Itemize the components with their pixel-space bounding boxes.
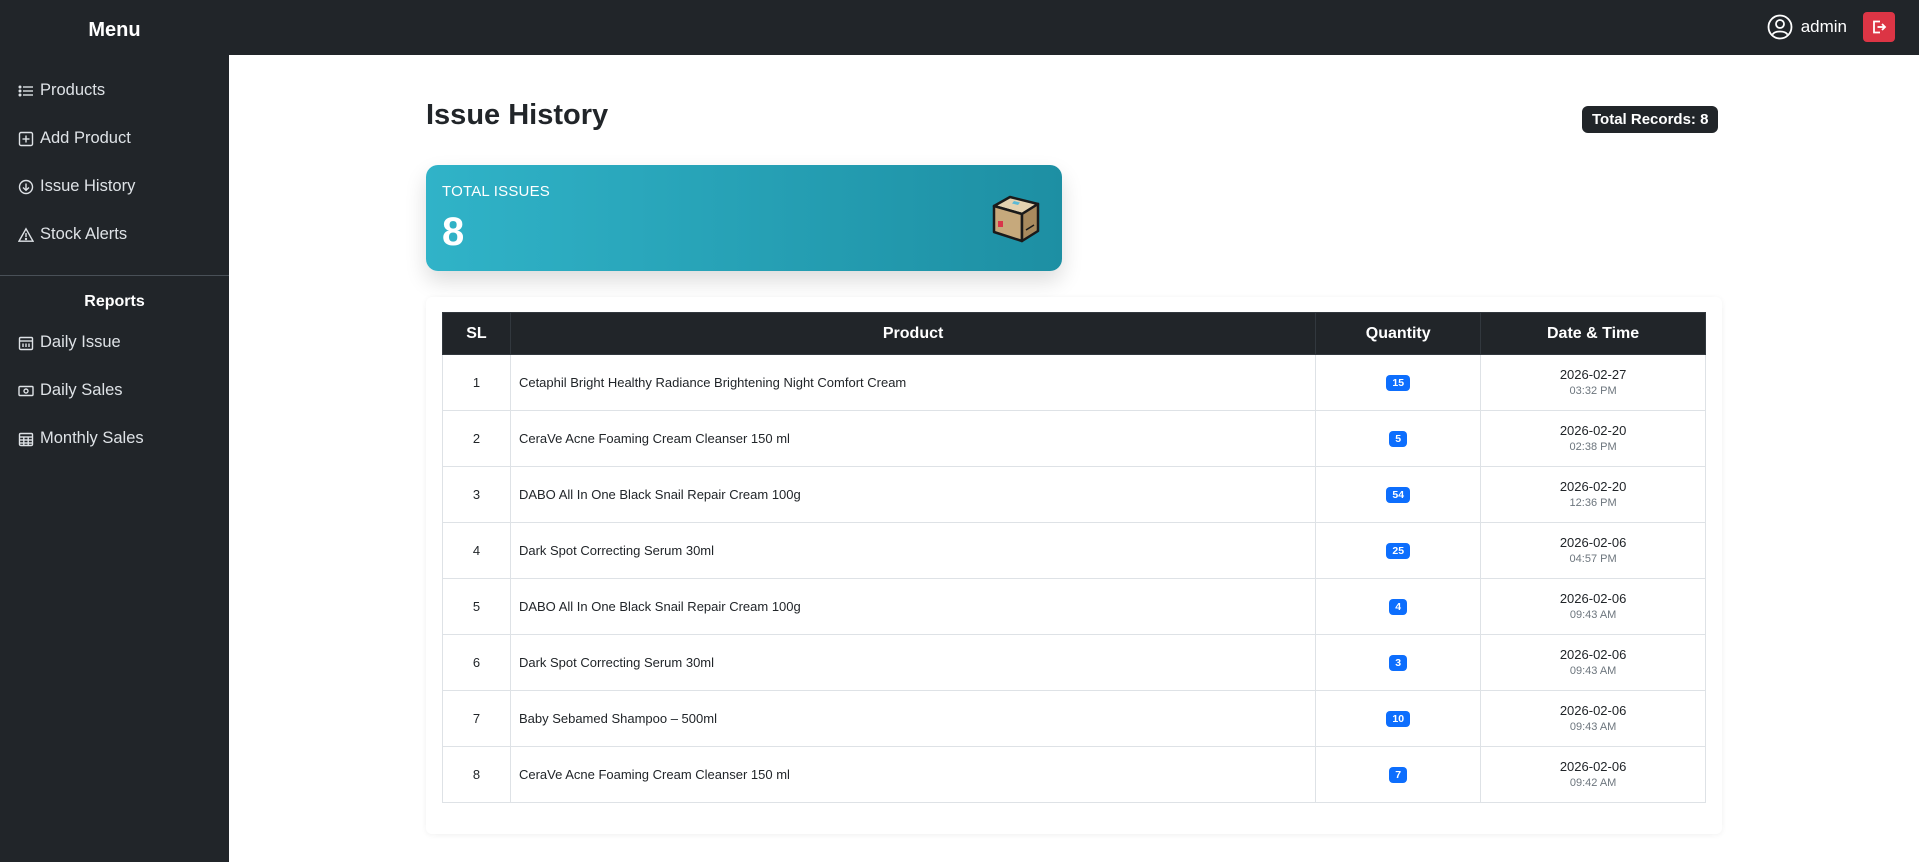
- cell-time: 09:43 AM: [1569, 608, 1617, 621]
- cell-sl: 7: [442, 690, 511, 747]
- cell-date: 2026-02-06: [1559, 702, 1627, 718]
- quantity-badge: 7: [1389, 767, 1408, 783]
- cell-sl: 4: [442, 522, 511, 579]
- table-row: 5 DABO All In One Black Snail Repair Cre…: [442, 578, 1706, 635]
- sidebar-divider: [0, 275, 229, 276]
- stat-label: TOTAL ISSUES: [442, 183, 550, 200]
- list-icon: [18, 85, 33, 96]
- reports-section-title: Reports: [84, 293, 145, 310]
- sidebar-item-label: Daily Sales: [40, 381, 123, 399]
- column-header-sl[interactable]: SL: [442, 312, 511, 355]
- issue-history-table: SL Product Quantity Date & Time 1 Cetaph…: [442, 312, 1706, 803]
- cell-time: 03:32 PM: [1569, 384, 1617, 397]
- quantity-badge: 54: [1386, 487, 1411, 503]
- cash-icon: [18, 385, 34, 396]
- cell-time: 09:42 AM: [1569, 776, 1617, 789]
- page-title: Issue History: [426, 99, 609, 131]
- user-menu[interactable]: admin: [1767, 14, 1847, 40]
- cell-sl: 6: [442, 634, 511, 691]
- column-header-product[interactable]: Product: [509, 312, 1317, 355]
- sidebar-item-products[interactable]: Products: [18, 81, 105, 100]
- table-row: 1 Cetaphil Bright Healthy Radiance Brigh…: [442, 354, 1706, 411]
- warning-triangle-icon: [18, 226, 34, 242]
- cell-date: 2026-02-06: [1559, 534, 1627, 550]
- cell-time: 12:36 PM: [1569, 496, 1617, 509]
- sidebar-item-label: Monthly Sales: [40, 429, 144, 447]
- logout-icon: [1873, 20, 1887, 34]
- sidebar-item-label: Products: [40, 81, 106, 99]
- sidebar-item-label: Issue History: [40, 177, 136, 195]
- package-box-icon: [992, 195, 1040, 243]
- cell-product: DABO All In One Black Snail Repair Cream…: [509, 466, 1317, 523]
- issue-table-card: SL Product Quantity Date & Time 1 Cetaph…: [426, 297, 1722, 834]
- cell-date: 2026-02-27: [1559, 366, 1627, 382]
- table-header-row: SL Product Quantity Date & Time: [442, 312, 1706, 355]
- column-header-date-time[interactable]: Date & Time: [1480, 312, 1706, 355]
- cell-time: 09:43 AM: [1569, 664, 1617, 677]
- username: admin: [1800, 17, 1847, 36]
- sidebar-item-issue-history[interactable]: Issue History: [18, 177, 135, 196]
- sidebar-item-label: Daily Issue: [40, 333, 121, 351]
- cell-time: 04:57 PM: [1569, 552, 1617, 565]
- cell-time: 02:38 PM: [1569, 440, 1617, 453]
- sidebar-item-stock-alerts[interactable]: Stock Alerts: [18, 225, 127, 244]
- stat-value: 8: [442, 210, 465, 254]
- sidebar-item-label: Add Product: [40, 129, 131, 147]
- cell-sl: 8: [442, 746, 511, 803]
- table-row: 6 Dark Spot Correcting Serum 30ml 3 2026…: [442, 634, 1706, 691]
- cell-date: 2026-02-20: [1559, 422, 1627, 438]
- sidebar: Menu Products Add Product Issue History …: [0, 0, 229, 862]
- quantity-badge: 25: [1386, 543, 1411, 559]
- cell-product: Dark Spot Correcting Serum 30ml: [509, 634, 1317, 691]
- table-row: 8 CeraVe Acne Foaming Cream Cleanser 150…: [442, 746, 1706, 803]
- sidebar-item-daily-issue[interactable]: Daily Issue: [18, 333, 121, 352]
- column-header-quantity[interactable]: Quantity: [1315, 312, 1482, 355]
- logout-button[interactable]: [1863, 12, 1895, 42]
- table-row: 2 CeraVe Acne Foaming Cream Cleanser 150…: [442, 410, 1706, 467]
- calendar-grid-icon: [18, 432, 34, 446]
- table-row: 3 DABO All In One Black Snail Repair Cre…: [442, 466, 1706, 523]
- cell-product: CeraVe Acne Foaming Cream Cleanser 150 m…: [509, 410, 1317, 467]
- user-circle-icon: [1767, 14, 1793, 40]
- cell-date: 2026-02-06: [1559, 758, 1627, 774]
- quantity-badge: 4: [1389, 599, 1408, 615]
- total-records-badge: Total Records: 8: [1582, 106, 1719, 133]
- cell-product: Dark Spot Correcting Serum 30ml: [509, 522, 1317, 579]
- cell-time: 09:43 AM: [1569, 720, 1617, 733]
- quantity-badge: 15: [1386, 375, 1411, 391]
- cell-sl: 1: [442, 354, 511, 411]
- sidebar-title: Menu: [88, 19, 141, 41]
- cell-sl: 3: [442, 466, 511, 523]
- sidebar-item-add-product[interactable]: Add Product: [18, 129, 131, 148]
- top-navbar: [0, 0, 1919, 55]
- cell-date: 2026-02-06: [1559, 590, 1627, 606]
- calendar-icon: [18, 336, 34, 350]
- cell-date: 2026-02-06: [1559, 646, 1627, 662]
- quantity-badge: 3: [1389, 655, 1408, 671]
- cell-sl: 5: [442, 578, 511, 635]
- download-circle-icon: [18, 179, 34, 194]
- total-issues-card: TOTAL ISSUES 8: [426, 165, 1062, 271]
- table-row: 7 Baby Sebamed Shampoo – 500ml 10 2026-0…: [442, 690, 1706, 747]
- cell-product: Baby Sebamed Shampoo – 500ml: [509, 690, 1317, 747]
- cell-product: DABO All In One Black Snail Repair Cream…: [509, 578, 1317, 635]
- plus-square-icon: [18, 131, 34, 146]
- sidebar-item-daily-sales[interactable]: Daily Sales: [18, 381, 123, 400]
- quantity-badge: 10: [1386, 711, 1411, 727]
- sidebar-item-monthly-sales[interactable]: Monthly Sales: [18, 429, 144, 448]
- quantity-badge: 5: [1389, 431, 1408, 447]
- sidebar-item-label: Stock Alerts: [40, 225, 128, 243]
- cell-product: CeraVe Acne Foaming Cream Cleanser 150 m…: [509, 746, 1317, 803]
- cell-product: Cetaphil Bright Healthy Radiance Brighte…: [509, 354, 1317, 411]
- cell-sl: 2: [442, 410, 511, 467]
- cell-date: 2026-02-20: [1559, 478, 1627, 494]
- table-row: 4 Dark Spot Correcting Serum 30ml 25 202…: [442, 522, 1706, 579]
